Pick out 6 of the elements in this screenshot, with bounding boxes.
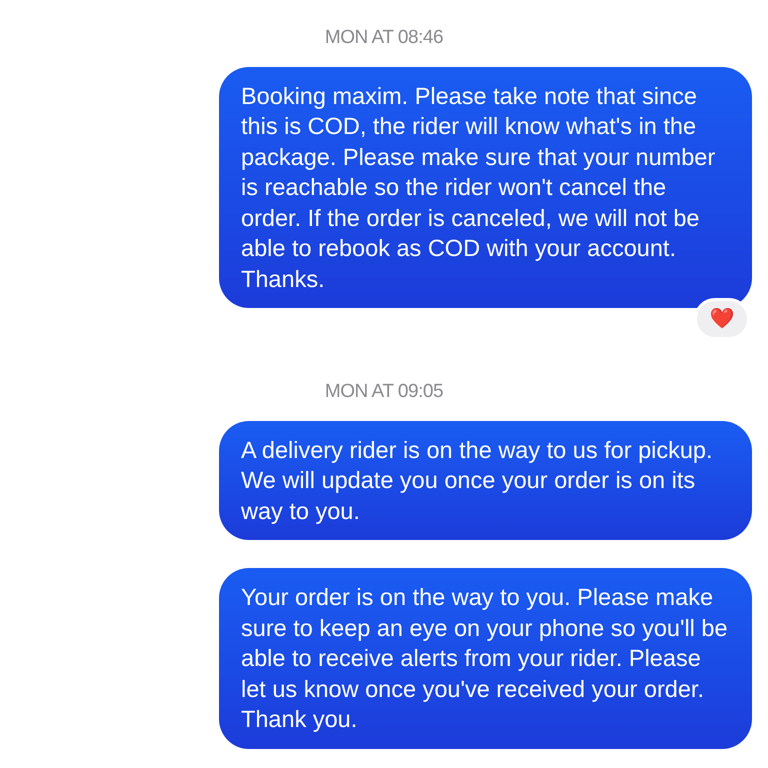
timestamp: MON AT 09:05 [324, 380, 444, 404]
timestamp: MON AT 08:46 [324, 26, 444, 50]
message-bubble: A delivery rider is on the way to us for pickup. We will update you once your order is on its way to you. [219, 420, 752, 540]
message-bubble: Your order is on the way to you. Please make sure to keep an eye on your phone so you'll be able to receive alerts from your rider. Please let us know once you've received your order. Thank you. [219, 568, 752, 748]
reaction-badge: ❤ [694, 298, 750, 340]
message-bubble: Booking maxim. Please take note that since this is COD, the rider will know what's in the package. Please make sure that your number is reachable so the rider won't cancel the order. If the order is canceled, we will not be able to rebook as COD with your account. Thanks. [219, 66, 752, 308]
